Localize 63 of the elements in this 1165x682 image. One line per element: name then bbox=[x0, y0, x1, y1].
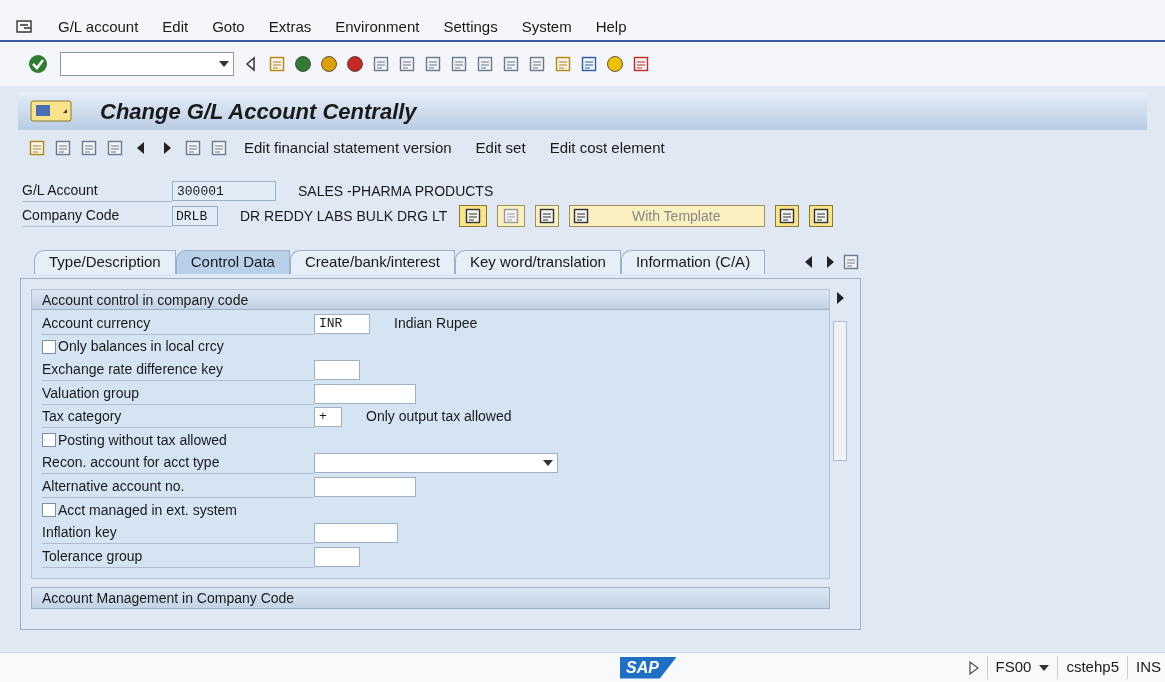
menu-item[interactable]: Environment bbox=[335, 15, 420, 39]
gl-account-field[interactable]: 300001 bbox=[172, 181, 276, 201]
caret-icon bbox=[219, 61, 229, 67]
input-field[interactable]: INR bbox=[314, 313, 370, 334]
server-name: cstehp5 bbox=[1057, 656, 1119, 679]
tab[interactable]: Create/bank/interest bbox=[289, 250, 455, 274]
input-field[interactable] bbox=[314, 523, 398, 544]
checkbox[interactable] bbox=[42, 339, 56, 354]
tab[interactable]: Information (C/A) bbox=[620, 250, 766, 274]
menu-item[interactable]: Help bbox=[595, 15, 627, 39]
field-label: Account currency bbox=[42, 312, 314, 335]
field-label: Valuation group bbox=[42, 382, 314, 405]
field-label: Tolerance group bbox=[42, 545, 314, 568]
input-field[interactable] bbox=[314, 383, 416, 404]
menu-item[interactable]: Extras bbox=[268, 15, 312, 39]
check-icon[interactable] bbox=[28, 54, 48, 74]
checkbox-label: Acct managed in ext. system bbox=[58, 500, 237, 520]
input-field[interactable]: + bbox=[314, 406, 342, 427]
section-header: Account Management in Company Code bbox=[31, 587, 830, 609]
caret-icon[interactable] bbox=[1039, 664, 1050, 671]
sap-logo: SAP bbox=[620, 656, 677, 679]
toolbar-button[interactable]: Edit financial statement version bbox=[236, 136, 460, 160]
field-label: Alternative account no. bbox=[42, 475, 314, 498]
menu-toggle-icon[interactable] bbox=[30, 100, 72, 122]
screen-title: Change G/L Account Centrally bbox=[100, 97, 417, 126]
input-field[interactable] bbox=[314, 476, 416, 497]
caret-icon bbox=[543, 460, 553, 467]
checkbox-label: Only balances in local crcy bbox=[58, 337, 224, 357]
dropdown-field[interactable] bbox=[314, 453, 558, 474]
checkbox[interactable] bbox=[42, 503, 56, 517]
display-button[interactable] bbox=[459, 205, 488, 227]
field-label: Tax category bbox=[42, 405, 314, 428]
tab[interactable]: Type/Description bbox=[34, 250, 176, 274]
input-field[interactable] bbox=[314, 360, 360, 381]
account-description: SALES -PHARMA PRODUCTS bbox=[298, 181, 494, 201]
transaction-code[interactable]: FS00 bbox=[986, 656, 1032, 679]
toolbar-button[interactable]: Edit cost element bbox=[541, 136, 673, 160]
section-header: Account control in company code bbox=[32, 290, 829, 310]
menu-item[interactable]: Goto bbox=[212, 15, 245, 39]
edit-button[interactable] bbox=[497, 205, 526, 227]
insert-mode: INS bbox=[1127, 656, 1161, 679]
tab[interactable]: Key word/translation bbox=[455, 250, 621, 274]
checkbox-label: Posting without tax allowed bbox=[58, 430, 227, 450]
field-description: Indian Rupee bbox=[394, 314, 478, 334]
menu-item[interactable]: Edit bbox=[162, 15, 189, 39]
page-icon[interactable] bbox=[572, 207, 591, 225]
field-label: Exchange rate difference key bbox=[42, 359, 314, 382]
document-icon[interactable] bbox=[210, 139, 228, 157]
field-label: Recon. account for acct type bbox=[42, 452, 314, 475]
toolbar-button[interactable]: Edit set bbox=[467, 136, 534, 160]
expand-icon[interactable] bbox=[968, 660, 979, 675]
field-description: Only output tax allowed bbox=[366, 407, 512, 427]
command-field[interactable] bbox=[60, 52, 234, 76]
input-field[interactable] bbox=[314, 546, 360, 567]
menu-item[interactable]: Settings bbox=[443, 15, 498, 39]
menu-icon[interactable] bbox=[16, 19, 34, 35]
field-label: Inflation key bbox=[42, 522, 314, 545]
company-code-field[interactable]: DRLB bbox=[172, 206, 218, 226]
menu-item[interactable]: System bbox=[521, 15, 572, 39]
menu-item[interactable]: G/L account bbox=[58, 15, 139, 39]
tab[interactable]: Control Data bbox=[175, 250, 290, 274]
company-description: DR REDDY LABS BULK DRG LT bbox=[240, 206, 448, 226]
checkbox[interactable] bbox=[42, 433, 56, 448]
